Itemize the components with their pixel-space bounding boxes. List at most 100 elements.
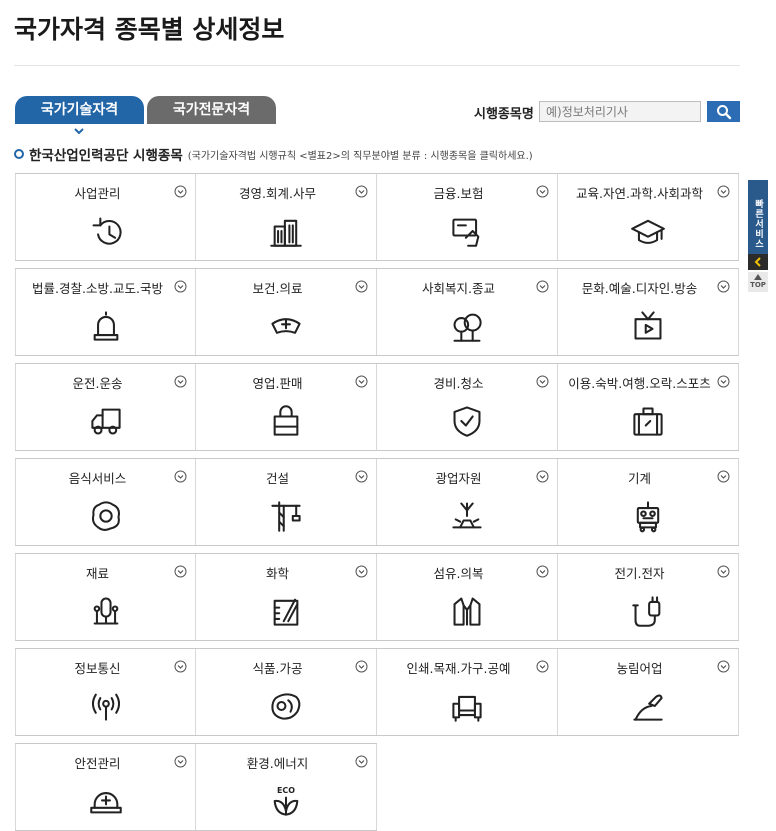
shopping-bag-icon [273,405,299,436]
material-icon [93,597,119,625]
category-label: 섬유.의복 [433,566,484,581]
search-label: 시행종목명 [474,107,534,122]
category-mining[interactable]: 광업자원 [377,459,558,545]
arrow-up-icon [754,274,762,280]
category-suitcase[interactable]: 이용.숙박.여행.오락.스포츠 [558,364,739,450]
category-label: 환경.에너지 [246,756,309,771]
scroll-top-button[interactable]: TOP [748,272,768,292]
chevron-down-icon[interactable] [355,660,368,673]
category-antenna[interactable]: 정보통신 [15,649,196,735]
svg-text:ECO: ECO [277,786,295,795]
chevron-down-icon[interactable] [355,565,368,578]
category-beaker[interactable]: 화학 [196,554,377,640]
chevron-down-icon[interactable] [536,565,549,578]
search-input[interactable] [539,101,701,122]
category-label: 기계 [627,471,651,486]
chevron-down-icon[interactable] [536,660,549,673]
category-hard-hat[interactable]: 안전관리 [15,744,196,830]
shield-check-icon [453,406,481,437]
chevron-down-icon[interactable] [355,470,368,483]
chevron-down-icon[interactable] [717,565,730,578]
tab-national-technical[interactable]: 국가기술자격 [15,96,144,124]
chevron-down-icon[interactable] [355,185,368,198]
chevron-down-icon[interactable] [355,755,368,768]
category-sofa[interactable]: 인쇄.목재.가구.공예 [377,649,558,735]
category-label: 사업관리 [74,186,121,201]
category-eco[interactable]: 환경.에너지 ECO [196,744,377,830]
chevron-down-icon[interactable] [536,470,549,483]
chevron-down-icon[interactable] [174,470,187,483]
chevron-down-icon[interactable] [536,375,549,388]
chevron-down-icon[interactable] [717,280,730,293]
page-title: 국가자격 종목별 상세정보 [14,15,285,44]
bullet-icon [14,149,24,159]
plug-icon [632,596,661,627]
section-title: 한국산업인력공단 시행종목 [29,148,183,164]
category-row: 사업관리 경영.회계.사무 금융.보험 교육.자연.과학.사회과학 [15,173,739,261]
antenna-icon [91,693,121,721]
chevron-down-icon[interactable] [536,185,549,198]
meat-icon [271,693,301,720]
eco-icon: ECO [273,786,299,816]
category-label: 재료 [85,566,109,581]
beaker-icon [273,598,299,626]
category-label: 법률.경찰.소방.교도.국방 [32,281,163,296]
category-label: 교육.자연.과학.사회과학 [576,186,703,201]
chevron-left-icon [754,257,761,267]
category-label: 정보통신 [74,661,121,676]
category-fried-egg[interactable]: 음식서비스 [15,459,196,545]
chevron-down-icon[interactable] [355,280,368,293]
category-meat[interactable]: 식품.가공 [196,649,377,735]
category-shield-check[interactable]: 경비.청소 [377,364,558,450]
category-crane[interactable]: 건설 [196,459,377,545]
category-shovel[interactable]: 농림어업 [558,649,739,735]
chevron-down-icon[interactable] [174,565,187,578]
card-hand-icon [452,218,480,247]
chevron-down-icon[interactable] [174,280,187,293]
chevron-down-icon[interactable] [717,375,730,388]
chevron-down-icon[interactable] [355,375,368,388]
category-label: 건설 [265,471,289,486]
category-card-hand[interactable]: 금융.보험 [377,174,558,260]
category-label: 안전관리 [74,756,121,771]
top-label: TOP [750,281,766,289]
category-buildings[interactable]: 경영.회계.사무 [196,174,377,260]
tab-national-professional[interactable]: 국가전문자격 [147,96,276,124]
tv-icon [634,311,662,340]
chevron-down-icon[interactable] [174,660,187,673]
hard-hat-icon [90,792,122,814]
category-row: 운전.운송 영업.판매 경비.청소 이용.숙박.여행.오락.스포츠 [15,363,739,451]
category-robot[interactable]: 기계 [558,459,739,545]
category-label: 이용.숙박.여행.오락.스포츠 [568,376,711,391]
trees-icon [453,313,482,342]
category-label: 영업.판매 [252,376,303,391]
category-graduation-cap[interactable]: 교육.자연.과학.사회과학 [558,174,739,260]
category-label: 운전.운송 [72,376,123,391]
category-tv[interactable]: 문화.예술.디자인.방송 [558,269,739,355]
category-siren[interactable]: 법률.경찰.소방.교도.국방 [15,269,196,355]
chevron-down-icon[interactable] [174,185,187,198]
category-shopping-bag[interactable]: 영업.판매 [196,364,377,450]
category-plug[interactable]: 전기.전자 [558,554,739,640]
side-collapse-button[interactable] [748,254,768,270]
category-material[interactable]: 재료 [15,554,196,640]
chevron-down-icon[interactable] [717,185,730,198]
category-truck[interactable]: 운전.운송 [15,364,196,450]
category-nurse-cap[interactable]: 보건.의료 [196,269,377,355]
chevron-down-icon[interactable] [536,280,549,293]
section-heading: 한국산업인력공단 시행종목 (국가기술자격법 시행규칙 <별표2>의 직무분야별… [14,144,533,164]
category-label: 농림어업 [616,661,663,676]
category-label: 문화.예술.디자인.방송 [581,281,698,296]
chevron-down-icon[interactable] [174,375,187,388]
active-tab-caret-icon [74,128,84,135]
chevron-down-icon[interactable] [174,755,187,768]
category-jacket[interactable]: 섬유.의복 [377,554,558,640]
title-divider [14,65,740,66]
suitcase-icon [633,407,663,436]
category-label: 경비.청소 [433,376,484,391]
chevron-down-icon[interactable] [717,660,730,673]
category-trees[interactable]: 사회복지.종교 [377,269,558,355]
category-clock-history[interactable]: 사업관리 [15,174,196,260]
search-button[interactable] [707,101,740,122]
chevron-down-icon[interactable] [717,470,730,483]
